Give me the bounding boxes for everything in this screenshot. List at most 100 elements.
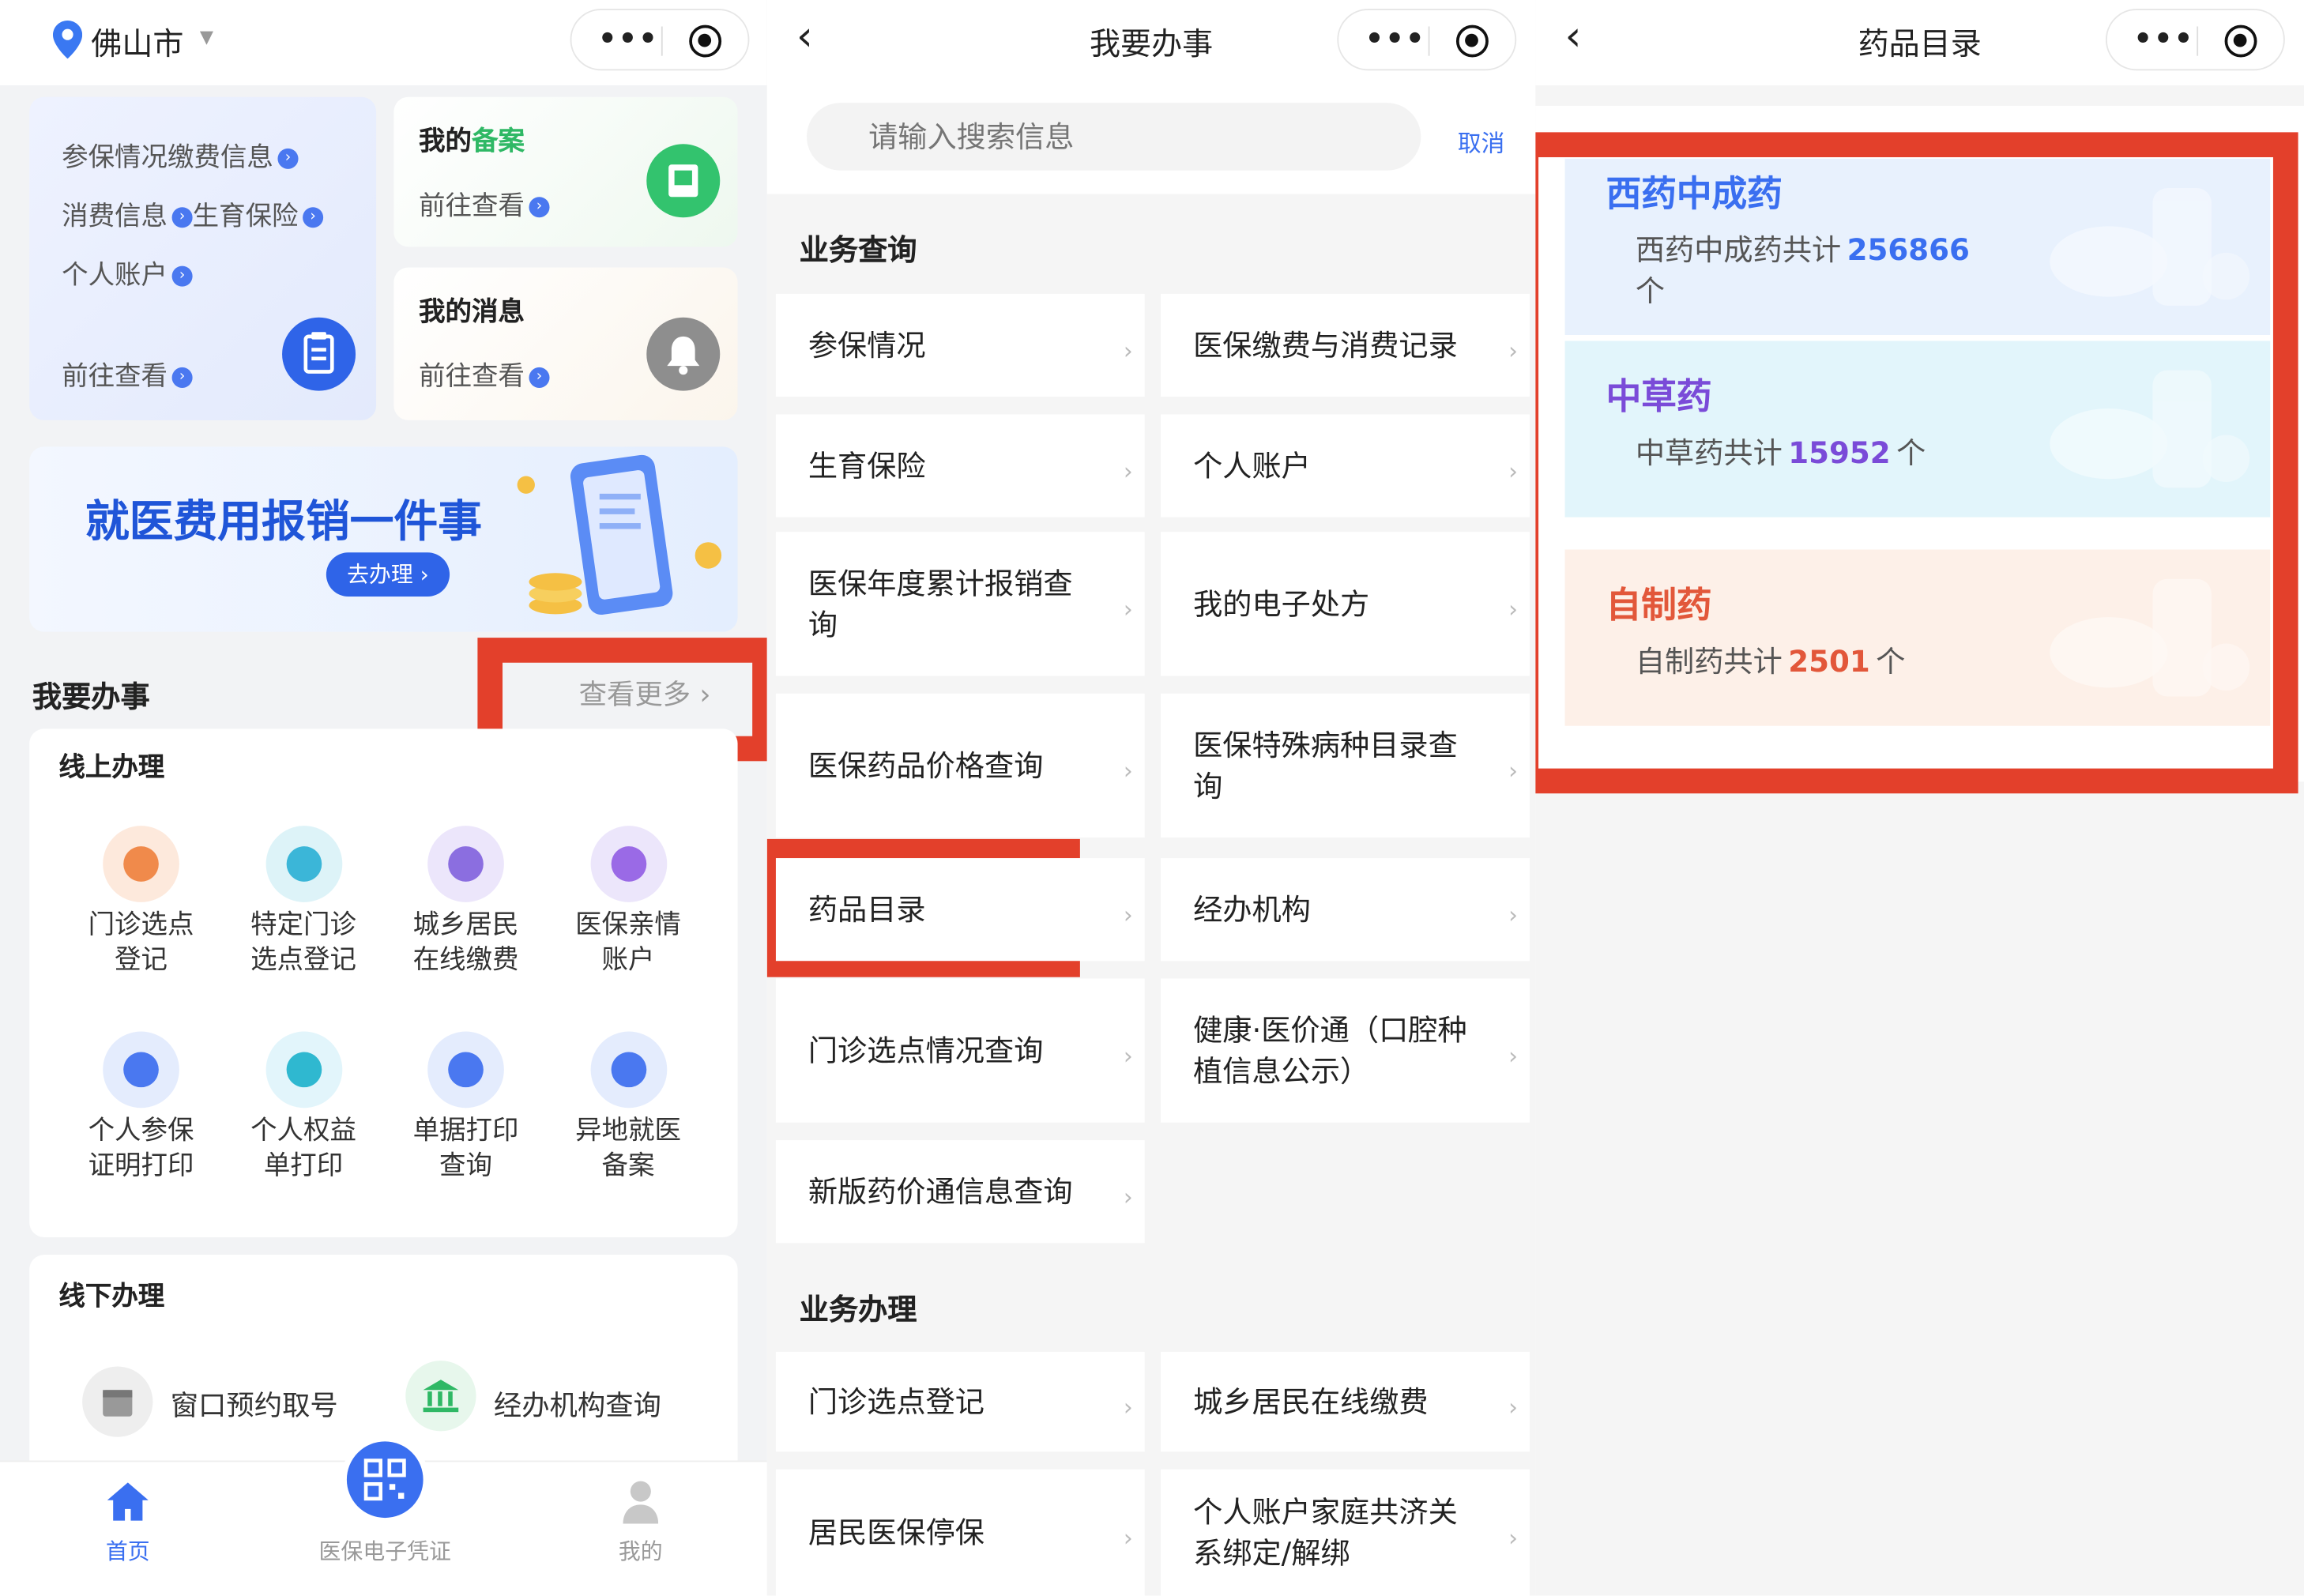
todo-panel: ‹ 我要办事 ••• 取消 业务查询 业务办理 参保情况›医保缴费与消费记录›生… (766, 0, 1536, 1596)
online-service-item[interactable]: 个人参保 证明打印 (75, 1114, 207, 1184)
city-selector[interactable]: 佛山市 (91, 21, 183, 65)
more-icon[interactable]: ••• (1365, 24, 1426, 53)
offline-item-institution-query[interactable]: 经办机构查询 (494, 1384, 661, 1424)
query-item[interactable]: 医保年度累计报销查询 › (775, 532, 1145, 676)
home-panel: 佛山市 ▼ ••• 参保情况缴费信息 › 消费信息 › 生育保险 › 个人账户 › 前往查… (0, 0, 767, 1596)
my-messages-card[interactable]: 我的消息 前往查看 › (393, 267, 738, 420)
arrow-right-icon: › (171, 367, 193, 388)
quick-go-link[interactable]: 前往查看 › (62, 356, 193, 393)
section-title-query: 业务查询 (799, 231, 917, 268)
arrow-right-icon: › (171, 207, 193, 228)
chevron-down-icon[interactable]: ▼ (200, 26, 213, 47)
arrow-right-icon: › (303, 207, 324, 228)
arrow-right-icon: › (529, 367, 550, 388)
capsule-menu[interactable]: ••• (570, 9, 750, 71)
category-card[interactable]: 西药中成药西药中成药共计 256866个 (1564, 158, 2271, 336)
top-bar: 佛山市 ▼ ••• (0, 0, 767, 85)
category-count: 中草药共计 15952 个 (1635, 435, 1926, 471)
query-item[interactable]: 医保缴费与消费记录 › (1161, 293, 1530, 397)
query-item[interactable]: 门诊选点情况查询 › (775, 978, 1145, 1123)
top-bar: ‹ 我要办事 ••• (766, 0, 1536, 85)
query-item[interactable]: 生育保险 › (775, 414, 1145, 518)
user-icon (623, 1481, 659, 1524)
quick-item-consume[interactable]: 消费信息 (62, 201, 168, 232)
banner-title: 就医费用报销一件事 (85, 496, 482, 548)
category-name: 自制药 (1606, 585, 1712, 627)
more-icon[interactable]: ••• (2133, 24, 2194, 53)
bell-icon (646, 317, 721, 391)
quick-item-insured[interactable]: 参保情况 (62, 142, 168, 173)
shield-icon (589, 1031, 667, 1109)
chevron-right-icon: › (1123, 1392, 1133, 1421)
handle-item[interactable]: 个人账户家庭共济关系绑定/解绑 › (1161, 1469, 1530, 1596)
quick-item-account[interactable]: 个人账户 (62, 260, 168, 291)
online-services-card: 线上办理 门诊选点 登记 特定门诊 选点登记 城乡居民 在线缴费 医保亲情 账户个人参保 证明打… (29, 728, 738, 1237)
category-name: 中草药 (1606, 376, 1712, 418)
category-name: 西药中成药 (1606, 173, 1783, 215)
reimbursement-banner[interactable]: 就医费用报销一件事 去办理 › (29, 446, 738, 632)
arrow-right-icon: › (529, 197, 550, 218)
query-item[interactable]: 个人账户 › (1161, 414, 1530, 518)
top-bar: ‹ 药品目录 ••• (1535, 0, 2304, 85)
nav-ehealth-card[interactable]: 医保电子凭证 (297, 1435, 473, 1596)
quick-item-maternity[interactable]: 生育保险 (193, 201, 299, 232)
category-count: 西药中成药共计 256866个 (1635, 231, 1970, 309)
close-target-icon[interactable] (1455, 24, 1489, 58)
online-service-item[interactable]: 特定门诊 选点登记 (237, 908, 369, 978)
capsule-menu[interactable]: ••• (2105, 9, 2285, 71)
capsule-menu[interactable]: ••• (1337, 9, 1517, 71)
quick-info-card[interactable]: 参保情况缴费信息 › 消费信息 › 生育保险 › 个人账户 › 前往查看 › (29, 96, 377, 420)
query-item[interactable]: 药品目录 › (775, 858, 1145, 962)
online-service-item[interactable]: 个人权益 单打印 (237, 1114, 369, 1184)
filing-title: 我的备案 (419, 126, 525, 157)
query-item[interactable]: 新版药价通信息查询 › (775, 1140, 1145, 1244)
quick-item-payment[interactable]: 缴费信息 (168, 142, 273, 173)
nav-mine[interactable]: 我的 (552, 1462, 728, 1595)
offline-title: 线下办理 (58, 1281, 165, 1312)
category-card[interactable]: 中草药中草药共计 15952 个 (1564, 341, 2271, 518)
search-input[interactable] (806, 103, 1421, 171)
handle-item[interactable]: 门诊选点登记 › (775, 1351, 1145, 1452)
online-service-item[interactable]: 异地就医 备案 (562, 1114, 694, 1184)
messages-go-link[interactable]: 前往查看 › (419, 356, 550, 393)
close-target-icon[interactable] (2224, 24, 2257, 58)
section-title-handle: 业务办理 (799, 1291, 917, 1327)
online-title: 线上办理 (58, 752, 165, 784)
institution-icon (405, 1361, 476, 1432)
more-icon[interactable]: ••• (598, 24, 659, 53)
chevron-right-icon: › (1123, 1523, 1133, 1552)
arrow-right-icon: › (277, 148, 299, 169)
query-item[interactable]: 医保药品价格查询 › (775, 693, 1145, 838)
nav-home[interactable]: 首页 (40, 1462, 216, 1595)
online-service-item[interactable]: 城乡居民 在线缴费 (400, 908, 532, 978)
chevron-right-icon: › (1123, 900, 1133, 929)
printer-icon (103, 1031, 179, 1109)
online-service-item[interactable]: 门诊选点 登记 (75, 908, 207, 978)
my-filing-card[interactable]: 我的备案 前往查看 › (393, 96, 738, 247)
handle-item[interactable]: 城乡居民在线缴费 › (1161, 1351, 1530, 1452)
chevron-right-icon: › (1123, 457, 1133, 485)
close-target-icon[interactable] (689, 24, 722, 58)
query-item[interactable]: 参保情况 › (775, 293, 1145, 397)
banner-go-button[interactable]: 去办理 › (326, 552, 450, 597)
category-card[interactable]: 自制药 自制药共计 2501 个 (1564, 549, 2271, 726)
calendar-icon (82, 1366, 153, 1437)
chevron-right-icon: › (1508, 336, 1519, 365)
query-item[interactable]: 健康·医价通（口腔种植信息公示） › (1161, 978, 1530, 1123)
online-service-item[interactable]: 单据打印 查询 (400, 1114, 532, 1184)
location-pin-icon (52, 21, 83, 59)
filing-go-link[interactable]: 前往查看 › (419, 185, 550, 223)
section-title-todo: 我要办事 (32, 679, 150, 714)
chevron-right-icon: › (1123, 756, 1133, 785)
offline-item-window-booking[interactable]: 窗口预约取号 (171, 1384, 338, 1424)
cancel-button[interactable]: 取消 (1458, 123, 1505, 159)
book-icon (646, 144, 721, 218)
query-item[interactable]: 经办机构 › (1161, 858, 1530, 962)
handle-item[interactable]: 居民医保停保 › (775, 1469, 1145, 1596)
chevron-right-icon: › (1123, 595, 1133, 623)
query-item[interactable]: 我的电子处方 › (1161, 532, 1530, 676)
drug-catalog-panel: ‹ 药品目录 ••• 西药中成药西药中成药共计 256866个中草药中草药共计 15… (1535, 0, 2304, 1596)
clinic-icon (103, 826, 179, 902)
query-item[interactable]: 医保特殊病种目录查询 › (1161, 693, 1530, 838)
online-service-item[interactable]: 医保亲情 账户 (562, 908, 694, 978)
